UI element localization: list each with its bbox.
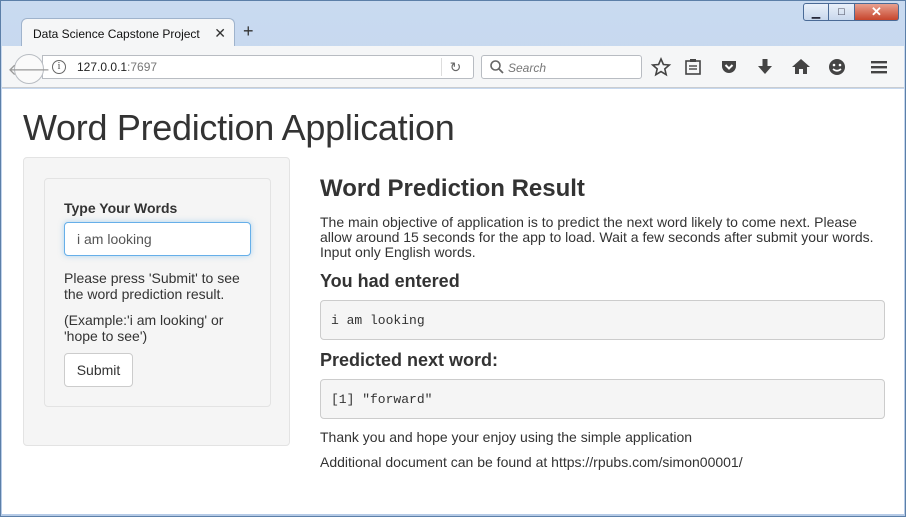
back-arrow-icon: 🡐 <box>7 61 51 79</box>
entered-output: i am looking <box>320 300 885 340</box>
browser-tab[interactable]: Data Science Capstone Project ✕ <box>21 18 235 47</box>
page-title: Word Prediction Application <box>23 107 455 148</box>
result-title: Word Prediction Result <box>320 175 585 202</box>
search-box[interactable]: Search <box>481 55 642 79</box>
example-text: (Example:'i am looking' or 'hope to see'… <box>64 312 224 344</box>
address-bar[interactable]: i 127.0.0.1:7697 ↻ <box>42 55 474 79</box>
maximize-button[interactable]: □ <box>829 3 855 21</box>
input-label: Type Your Words <box>64 200 178 216</box>
additional-doc-text: Additional document can be found at http… <box>320 454 743 470</box>
new-tab-icon[interactable]: + <box>243 21 254 42</box>
back-button[interactable]: 🡐 <box>8 54 50 84</box>
close-window-button[interactable]: ✕ <box>855 3 899 21</box>
tab-title: Data Science Capstone Project <box>33 27 200 41</box>
entered-heading: You had entered <box>320 271 460 291</box>
url-port: :7697 <box>127 60 158 74</box>
info-icon[interactable]: i <box>52 60 66 74</box>
input-well: Type Your Words Please press 'Submit' to… <box>44 178 271 407</box>
window-controls: ▁ □ ✕ <box>803 3 899 21</box>
tab-close-icon[interactable]: ✕ <box>214 25 226 42</box>
url-text: 127.0.0.1:7697 <box>77 60 157 74</box>
words-input[interactable] <box>64 222 251 256</box>
predicted-heading: Predicted next word: <box>320 350 499 370</box>
reload-icon[interactable]: ↻ <box>441 58 469 76</box>
search-placeholder: Search <box>508 61 547 75</box>
help-text: Please press 'Submit' to see the word pr… <box>64 270 240 302</box>
smiley-icon[interactable] <box>826 56 848 78</box>
home-icon[interactable] <box>790 56 812 78</box>
pocket-icon[interactable] <box>718 56 740 78</box>
sidebar-panel: Type Your Words Please press 'Submit' to… <box>23 157 290 446</box>
bookmark-star-icon[interactable] <box>650 56 672 78</box>
menu-icon[interactable] <box>868 56 890 78</box>
description-text: The main objective of application is to … <box>320 214 874 260</box>
page-content: Word Prediction Application Type Your Wo… <box>2 89 904 514</box>
download-icon[interactable] <box>754 56 776 78</box>
navigation-bar: i 127.0.0.1:7697 ↻ 🡐 Search <box>2 46 904 88</box>
url-host: 127.0.0.1 <box>77 60 128 74</box>
predicted-output: [1] "forward" <box>320 379 885 419</box>
thanks-text: Thank you and hope your enjoy using the … <box>320 429 693 445</box>
submit-button[interactable]: Submit <box>64 353 133 387</box>
reading-list-icon[interactable] <box>682 56 704 78</box>
search-icon <box>490 60 504 74</box>
minimize-button[interactable]: ▁ <box>803 3 829 21</box>
browser-window: ▁ □ ✕ Data Science Capstone Project ✕ + … <box>0 0 906 517</box>
